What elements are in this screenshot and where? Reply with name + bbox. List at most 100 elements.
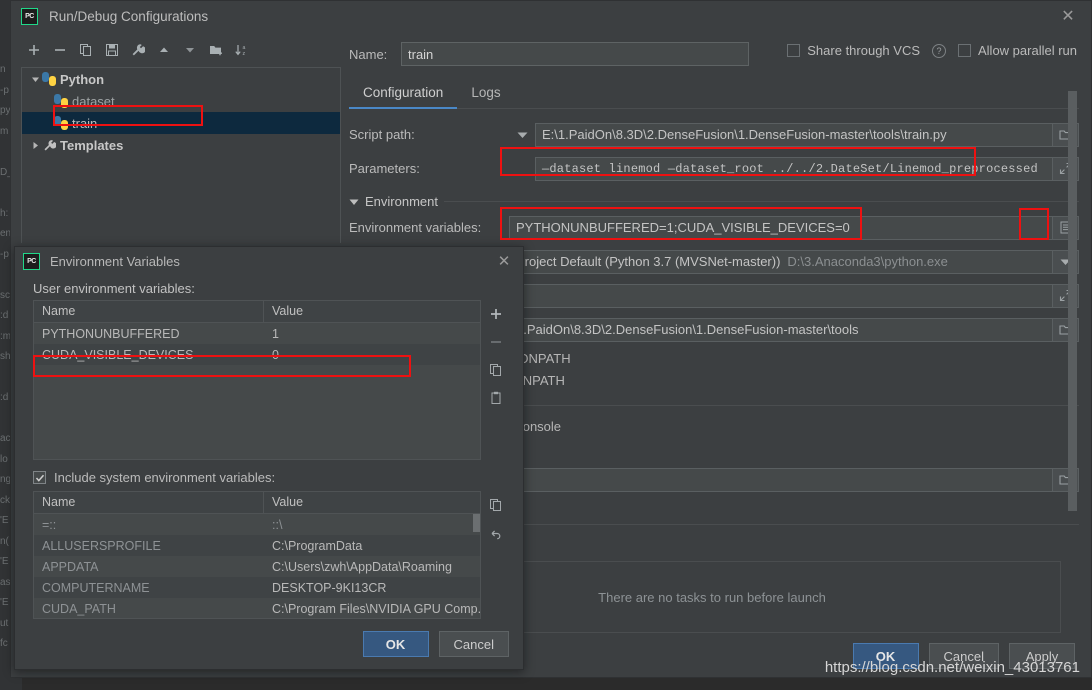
checkbox-box[interactable] — [787, 44, 801, 57]
environment-variables-row: Environment variables: PYTHONUNBUFFERED=… — [349, 212, 1079, 243]
background-status-text — [4, 677, 7, 688]
interpreter-path: D:\3.Anaconda3\python.exe — [787, 254, 948, 269]
chevron-down-icon[interactable] — [509, 131, 535, 139]
table-row[interactable]: PYTHONUNBUFFERED 1 — [34, 323, 480, 344]
parameters-input[interactable]: —dataset linemod —dataset_root ../../2.D… — [535, 156, 1053, 181]
tree-toolbar: az — [21, 37, 341, 63]
environment-section-header[interactable]: Environment — [349, 194, 1079, 209]
interpreter-value: Project Default (Python 3.7 (MVSNet-mast… — [516, 254, 781, 269]
environment-variables-label: Environment variables: — [349, 220, 482, 235]
env-dialog-title: Environment Variables — [50, 253, 180, 269]
chevron-right-icon[interactable] — [28, 134, 42, 156]
folder-add-icon[interactable] — [203, 38, 229, 62]
tab-bar: Configuration Logs — [349, 79, 1079, 109]
pycharm-logo-text: PC — [27, 257, 36, 265]
variable-name: APPDATA — [42, 559, 99, 574]
allow-parallel-run-checkbox[interactable]: Allow parallel run — [958, 43, 1077, 58]
variable-name: COMPUTERNAME — [42, 580, 150, 595]
variable-value: ::\ — [272, 517, 283, 532]
copy-icon[interactable] — [484, 493, 508, 517]
parameters-label: Parameters: — [349, 161, 420, 176]
arrow-down-icon[interactable] — [177, 38, 203, 62]
variable-name: CUDA_PATH — [42, 601, 116, 616]
variable-value: C:\Users\zwh\AppData\Roaming — [272, 559, 452, 574]
close-icon[interactable]: ✕ — [491, 250, 517, 272]
tab-configuration[interactable]: Configuration — [349, 79, 458, 109]
checkbox-box[interactable] — [958, 44, 971, 57]
redirect-input-field[interactable] — [509, 467, 1053, 492]
interpreter-control: Project Default (Python 3.7 (MVSNet-mast… — [509, 249, 1079, 274]
help-icon[interactable]: ? — [932, 43, 946, 58]
scrollbar-thumb[interactable] — [1068, 91, 1077, 511]
python-icon — [42, 72, 56, 86]
pycharm-logo-icon: PC — [21, 7, 38, 25]
tree-node-python[interactable]: Python — [22, 68, 340, 90]
configurations-tree[interactable]: Python dataset train Templates — [21, 67, 341, 243]
environment-section-label: Environment — [365, 194, 438, 209]
table-row[interactable]: CUDA_PATH C:\Program Files\NVIDIA GPU Co… — [34, 598, 480, 618]
share-through-vcs-label: Share through VCS — [807, 43, 920, 58]
tree-node-train[interactable]: train — [22, 112, 340, 134]
table-row[interactable]: CUDA_VISIBLE_DEVICES 0 — [34, 344, 480, 365]
pycharm-logo-icon: PC — [23, 252, 40, 270]
chevron-down-icon[interactable] — [349, 194, 359, 209]
table-row[interactable]: COMPUTERNAME DESKTOP-9KI13CR — [34, 577, 480, 598]
minus-icon[interactable] — [484, 330, 508, 354]
plus-icon[interactable] — [21, 38, 47, 62]
before-launch-empty-text: There are no tasks to run before launch — [598, 589, 826, 605]
working-directory-input[interactable]: 1.PaidOn\8.3D\2.DenseFusion\1.DenseFusio… — [509, 317, 1053, 342]
table-scrollbar-thumb[interactable] — [473, 514, 480, 532]
arrow-up-icon[interactable] — [151, 38, 177, 62]
minus-icon[interactable] — [47, 38, 73, 62]
share-through-vcs-checkbox[interactable]: Share through VCS — [787, 43, 920, 58]
column-header-name: Name — [34, 492, 264, 513]
script-path-input[interactable]: E:\1.PaidOn\8.3D\2.DenseFusion\1.DenseFu… — [535, 122, 1053, 147]
tree-node-templates[interactable]: Templates — [22, 134, 340, 156]
tree-node-dataset[interactable]: dataset — [22, 90, 340, 112]
parameters-control: —dataset linemod —dataset_root ../../2.D… — [535, 156, 1079, 181]
script-path-label: Script path: — [349, 127, 415, 142]
variable-value: 1 — [272, 326, 279, 341]
copy-icon[interactable] — [484, 358, 508, 382]
redirect-input-control — [509, 467, 1079, 492]
env-dialog-title-bar: PC Environment Variables ✕ — [15, 247, 523, 275]
save-icon[interactable] — [99, 38, 125, 62]
plus-icon[interactable] — [484, 302, 508, 326]
table-row[interactable]: =:: ::\ — [34, 514, 480, 535]
column-header-value: Value — [272, 304, 304, 318]
python-icon — [54, 94, 68, 108]
parameters-row: Parameters: —dataset linemod —dataset_ro… — [349, 153, 1079, 184]
form-scrollbar[interactable] — [1068, 91, 1077, 511]
wrench-icon[interactable] — [125, 38, 151, 62]
variable-value: DESKTOP-9KI13CR — [272, 580, 387, 595]
tree-node-label: Templates — [60, 137, 124, 153]
checkbox-box[interactable] — [33, 471, 46, 484]
system-variables-table[interactable]: Name Value =:: ::\ ALLUSERSPROFILE C:\Pr… — [33, 491, 481, 619]
include-system-variables-checkbox[interactable]: Include system environment variables: — [15, 460, 523, 491]
name-input[interactable] — [401, 42, 749, 66]
interpreter-select[interactable]: Project Default (Python 3.7 (MVSNet-mast… — [509, 249, 1053, 274]
ok-button[interactable]: OK — [362, 631, 429, 657]
tree-node-label: dataset — [72, 93, 115, 109]
environment-variables-input[interactable]: PYTHONUNBUFFERED=1;CUDA_VISIBLE_DEVICES=… — [509, 215, 1053, 240]
user-variables-side-buttons — [481, 300, 511, 460]
table-row[interactable]: ALLUSERSPROFILE C:\ProgramData — [34, 535, 480, 556]
chevron-down-icon[interactable] — [28, 68, 42, 90]
table-row[interactable]: APPDATA C:\Users\zwh\AppData\Roaming — [34, 556, 480, 577]
system-variables-side-buttons — [481, 491, 511, 619]
paste-icon[interactable] — [484, 386, 508, 410]
script-path-control: E:\1.PaidOn\8.3D\2.DenseFusion\1.DenseFu… — [535, 122, 1079, 147]
top-checkboxes: Share through VCS ? Allow parallel run — [787, 43, 1077, 58]
cancel-button[interactable]: Cancel — [438, 631, 509, 657]
close-icon[interactable]: ✕ — [1051, 3, 1085, 29]
variable-value: C:\ProgramData — [272, 538, 363, 553]
copy-icon[interactable] — [73, 38, 99, 62]
revert-icon[interactable] — [484, 521, 508, 545]
sort-az-icon[interactable]: az — [229, 38, 255, 62]
tab-logs[interactable]: Logs — [457, 79, 514, 108]
dialog-title: Run/Debug Configurations — [49, 8, 209, 24]
divider — [443, 201, 1079, 202]
variable-value: 0 — [272, 347, 279, 362]
user-variables-table[interactable]: Name Value PYTHONUNBUFFERED 1 CUDA_VISIB… — [33, 300, 481, 460]
interpreter-options-input[interactable] — [509, 283, 1053, 308]
